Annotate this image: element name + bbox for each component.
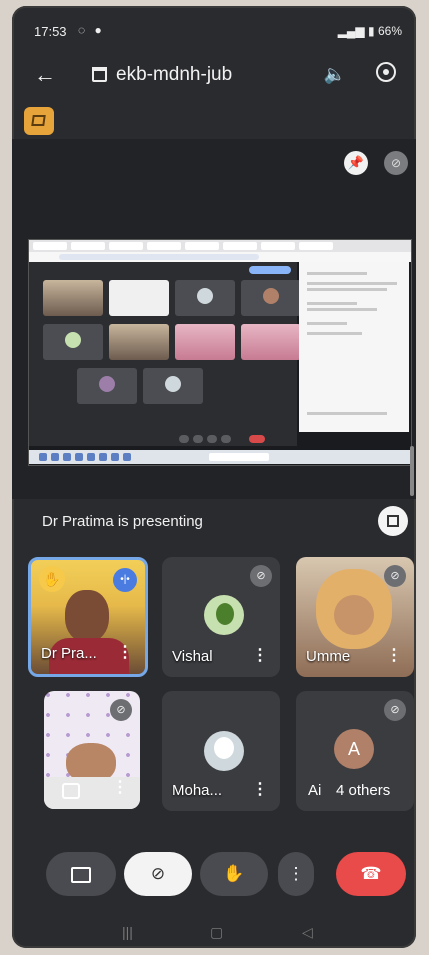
phone-end-icon: ☎: [360, 864, 382, 883]
camera-switch-icon[interactable]: [62, 783, 80, 799]
more-vertical-icon[interactable]: ⋮: [117, 642, 133, 662]
hand-icon: ✋: [39, 566, 65, 592]
home-icon[interactable]: ▢: [210, 924, 223, 941]
pin-icon[interactable]: 📌: [344, 151, 368, 175]
status-time: 17:53: [34, 24, 67, 39]
more-vertical-icon[interactable]: ⋮: [252, 645, 268, 665]
shared-tile: [241, 280, 301, 316]
shared-screen: [28, 239, 412, 466]
shared-tile: [175, 280, 235, 316]
shared-tile: [77, 368, 137, 404]
system-nav-bar: ||| ▢ ◁: [12, 916, 416, 948]
presenting-label: Dr Pratima is presenting: [42, 513, 203, 530]
speaker-icon[interactable]: 🔈: [324, 64, 346, 85]
shared-tile: [43, 280, 103, 316]
shared-tile: [109, 324, 169, 360]
presentation-area[interactable]: 📌 ⊘: [12, 139, 416, 499]
participant-name: Dr Pra...: [41, 645, 97, 662]
camera-button[interactable]: [46, 852, 116, 896]
shared-tile: [241, 324, 301, 360]
mic-off-icon: ⊘: [384, 565, 406, 587]
mic-off-icon: ⊘: [110, 699, 132, 721]
status-right: ▂▄▆ ▮ 66%: [338, 24, 402, 38]
mic-off-icon: ⊘: [250, 565, 272, 587]
shared-meet-grid: [29, 262, 301, 432]
more-vertical-icon[interactable]: ⋮: [112, 777, 128, 797]
shared-tile: [143, 368, 203, 404]
participant-tile[interactable]: ✋ •|• Dr Pra... ⋮: [28, 557, 148, 677]
hand-icon: ✋: [223, 864, 245, 883]
others-count: 4 others: [336, 782, 391, 799]
mic-button[interactable]: ⊘: [124, 852, 192, 896]
mic-off-icon: ⊘: [384, 699, 406, 721]
back-nav-icon[interactable]: ◁: [302, 924, 313, 941]
camera-icon: [71, 866, 91, 883]
video-feed: [65, 590, 109, 642]
mic-off-icon: ⊘: [384, 151, 408, 175]
call-controls: ⊘ ✋ ⋮ ☎: [12, 850, 416, 906]
meeting-code[interactable]: ekb-mdnh-jub: [116, 64, 232, 86]
arrow-left-icon[interactable]: ←: [34, 62, 56, 88]
avatar: [204, 731, 244, 771]
raise-hand-button[interactable]: ✋: [200, 852, 268, 896]
participant-name: Moha...: [172, 782, 223, 799]
participant-tile[interactable]: Moha... ⋮: [162, 691, 280, 811]
calendar-icon: [92, 67, 107, 82]
meet-screen: 17:53 ◌ ● ▂▄▆ ▮ 66% ← ekb-mdnh-jub 🔈 📌 ⊘: [12, 6, 416, 948]
participant-tile-self[interactable]: ⊘ ⋮: [44, 691, 140, 809]
participant-name: Vishal: [172, 648, 213, 665]
speaking-indicator-icon: •|•: [113, 568, 137, 592]
captions-off-icon[interactable]: [24, 107, 54, 135]
battery-level: 66%: [377, 24, 402, 38]
shared-tile: [43, 324, 103, 360]
more-vertical-icon[interactable]: ⋮: [252, 779, 268, 799]
mic-off-icon: ⊘: [150, 864, 166, 883]
participant-tile[interactable]: ⊘ Vishal ⋮: [162, 557, 280, 677]
notification-icons: ◌ ●: [78, 23, 105, 37]
more-options-button[interactable]: ⋮: [278, 852, 314, 896]
shared-tile: [175, 324, 235, 360]
shared-taskbar: [29, 450, 411, 464]
more-vertical-icon: ⋮: [287, 864, 305, 883]
participant-tile-others[interactable]: ⊘ A Ai 4 others: [296, 691, 414, 811]
scrollbar[interactable]: [410, 446, 414, 496]
status-bar: 17:53 ◌ ● ▂▄▆ ▮ 66%: [12, 6, 416, 52]
recents-icon[interactable]: |||: [122, 924, 133, 940]
fullscreen-icon[interactable]: [378, 506, 408, 536]
end-call-button[interactable]: ☎: [336, 852, 406, 896]
participant-name: Umme: [306, 648, 351, 665]
avatar: [204, 595, 244, 635]
signal-icon: ▂▄▆: [337, 24, 365, 38]
shared-call-controls: [29, 432, 297, 446]
shared-tile: [109, 280, 169, 316]
browser-tab-strip: [29, 240, 411, 252]
more-vertical-icon[interactable]: ⋮: [386, 645, 402, 665]
browser-address-bar: [29, 252, 411, 262]
video-feed: [316, 569, 392, 649]
shared-chat-panel: [299, 262, 409, 432]
participant-name: Ai: [308, 782, 322, 799]
top-bar: ← ekb-mdnh-jub 🔈: [12, 56, 416, 96]
participant-tile[interactable]: ⊘ Umme ⋮: [296, 557, 414, 677]
camera-switch-icon[interactable]: [376, 62, 396, 82]
battery-icon: ▮: [368, 24, 375, 38]
shared-stop-button: [249, 266, 291, 274]
avatar: A: [334, 729, 374, 769]
